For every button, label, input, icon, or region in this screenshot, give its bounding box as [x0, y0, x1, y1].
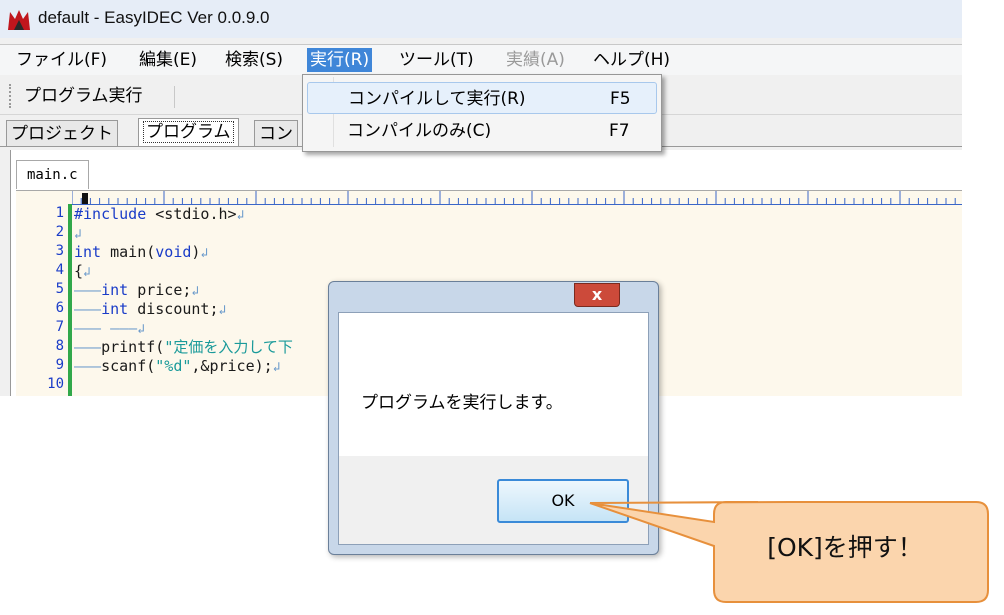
menu-bar: ファイル(F) 編集(E) 検索(S) 実行(R) ツール(T) 実績(A) ヘ… — [0, 44, 962, 75]
menu-item-compile-only[interactable]: コンパイルのみ(C) F7 — [307, 115, 657, 147]
line-number: 7 — [55, 319, 64, 335]
line-number: 1 — [55, 205, 64, 221]
toolbar-grip[interactable] — [9, 84, 14, 108]
dialog-message: プログラムを実行します。 — [361, 393, 563, 413]
code-line-5: ―――int price;↲ — [74, 281, 200, 299]
tab-console-label: コン — [259, 124, 293, 144]
run-menu-dropdown: コンパイルして実行(R) F5 コンパイルのみ(C) F7 — [302, 74, 662, 152]
menu-help[interactable]: ヘルプ(H) — [590, 48, 673, 72]
run-program-button[interactable]: プログラム実行 — [24, 84, 143, 108]
close-icon[interactable]: x — [574, 283, 620, 307]
title-bar: default - EasyIDEC Ver 0.0.9.0 — [0, 0, 962, 38]
line-number: 6 — [55, 300, 64, 316]
code-line-1: #include <stdio.h>↲ — [74, 205, 245, 223]
message-dialog: x プログラムを実行します。 OK — [328, 281, 659, 555]
menu-search[interactable]: 検索(S) — [222, 48, 286, 72]
menu-item-shortcut: F5 — [610, 89, 631, 109]
code-line-4: {↲ — [74, 262, 91, 280]
line-number: 10 — [47, 376, 64, 392]
menu-item-label: コンパイルのみ(C) — [347, 121, 492, 141]
line-number: 9 — [55, 357, 64, 373]
menu-edit[interactable]: 編集(E) — [136, 48, 200, 72]
code-line-2: ↲ — [74, 227, 82, 242]
code-line-9: ―――scanf("%d",&price);↲ — [74, 357, 281, 375]
line-number: 4 — [55, 262, 64, 278]
menu-run[interactable]: 実行(R) — [307, 48, 373, 72]
menu-results[interactable]: 実績(A) — [503, 48, 568, 72]
document-tab-main[interactable]: main.c — [16, 160, 89, 189]
code-line-3: int main(void)↲ — [74, 243, 209, 261]
toolbar-separator — [174, 86, 175, 108]
easyidec-logo-icon — [8, 10, 30, 30]
line-number: 8 — [55, 338, 64, 354]
window-title: default - EasyIDEC Ver 0.0.9.0 — [38, 8, 270, 27]
line-number: 3 — [55, 243, 64, 259]
tab-project[interactable]: プロジェクト — [6, 120, 118, 147]
menu-item-shortcut: F7 — [609, 121, 630, 141]
tab-program[interactable]: プログラム — [138, 118, 239, 147]
column-ruler — [72, 191, 962, 205]
tab-console[interactable]: コン — [254, 120, 298, 147]
line-number: 2 — [55, 224, 64, 240]
dialog-body: プログラムを実行します。 — [338, 312, 649, 457]
gutter-change-bar — [68, 204, 72, 396]
menu-tools[interactable]: ツール(T) — [396, 48, 477, 72]
code-line-7: ――― ―――↲ — [74, 319, 146, 337]
menu-file[interactable]: ファイル(F) — [13, 48, 110, 72]
tab-program-label: プログラム — [143, 121, 234, 143]
callout-text: [OK]を押す！ — [767, 533, 923, 562]
menu-item-compile-and-run[interactable]: コンパイルして実行(R) F5 — [307, 82, 657, 114]
line-number: 5 — [55, 281, 64, 297]
menu-item-label: コンパイルして実行(R) — [348, 89, 526, 109]
code-line-8: ―――printf("定価を入力して下 — [74, 338, 293, 356]
line-number-gutter: 1 2 3 4 5 6 7 8 9 10 — [16, 204, 68, 396]
tab-project-label: プロジェクト — [11, 124, 113, 144]
code-line-6: ―――int discount;↲ — [74, 300, 227, 318]
ok-button[interactable]: OK — [497, 479, 629, 523]
